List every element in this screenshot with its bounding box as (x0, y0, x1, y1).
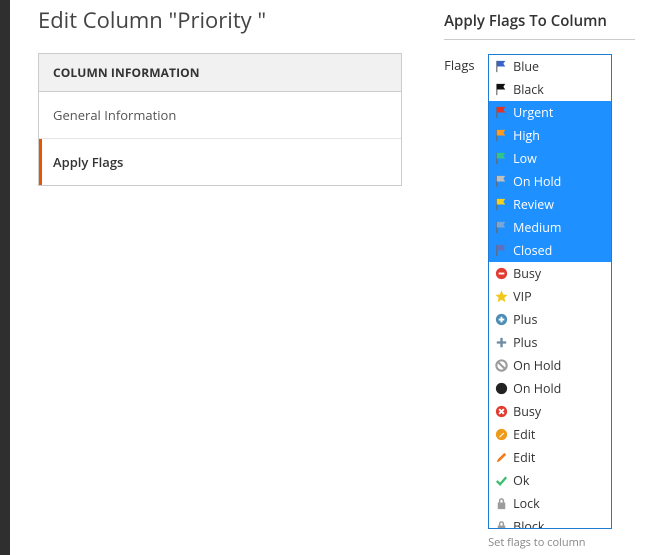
circle-icon (493, 381, 509, 397)
flag-option-label: Ok (513, 473, 529, 489)
flag-option-edit-16[interactable]: Edit (489, 423, 611, 446)
flag-icon (493, 220, 509, 236)
flag-option-label: Busy (513, 404, 541, 420)
flag-option-label: Medium (513, 220, 561, 236)
ban-icon (493, 358, 509, 374)
flag-option-lock-19[interactable]: Lock (489, 492, 611, 515)
flag-option-label: On Hold (513, 174, 561, 190)
page-title: Edit Column "Priority " (38, 5, 402, 35)
panel-header: COLUMN INFORMATION (39, 54, 401, 92)
check-icon (493, 473, 509, 489)
flag-icon (493, 151, 509, 167)
flag-option-black-1[interactable]: Black (489, 78, 611, 101)
flag-option-review-6[interactable]: Review (489, 193, 611, 216)
flag-icon (493, 105, 509, 121)
flag-icon (493, 128, 509, 144)
flag-option-low-4[interactable]: Low (489, 147, 611, 170)
flag-option-plus-12[interactable]: Plus (489, 331, 611, 354)
flag-option-label: Urgent (513, 105, 553, 121)
flag-option-blue-0[interactable]: Blue (489, 55, 611, 78)
flags-field-label: Flags (444, 54, 476, 74)
flag-option-label: On Hold (513, 358, 561, 374)
flag-option-on-hold-14[interactable]: On Hold (489, 377, 611, 400)
lock-icon (493, 519, 509, 530)
section-title: Apply Flags To Column (444, 11, 635, 40)
plus-icon (493, 335, 509, 351)
flag-option-label: Block (513, 519, 544, 530)
minus-circle-icon (493, 266, 509, 282)
flag-option-high-3[interactable]: High (489, 124, 611, 147)
flag-option-label: Plus (513, 312, 537, 328)
x-circle-icon (493, 404, 509, 420)
flag-option-label: Low (513, 151, 537, 167)
flag-option-label: Edit (513, 450, 535, 466)
flag-icon (493, 174, 509, 190)
flag-option-block-20[interactable]: Block (489, 515, 611, 529)
flag-option-urgent-2[interactable]: Urgent (489, 101, 611, 124)
pencil-circle-icon (493, 427, 509, 443)
lock-icon (493, 496, 509, 512)
flag-option-label: Black (513, 82, 544, 98)
flag-option-medium-7[interactable]: Medium (489, 216, 611, 239)
flag-option-ok-18[interactable]: Ok (489, 469, 611, 492)
flag-option-busy-9[interactable]: Busy (489, 262, 611, 285)
flag-icon (493, 197, 509, 213)
flag-option-on-hold-5[interactable]: On Hold (489, 170, 611, 193)
flag-icon (493, 59, 509, 75)
flag-option-label: High (513, 128, 540, 144)
column-info-panel: COLUMN INFORMATION General InformationAp… (38, 53, 402, 186)
sidebar-item-general-information[interactable]: General Information (39, 92, 401, 139)
flag-option-label: Lock (513, 496, 540, 512)
flag-option-label: Closed (513, 243, 552, 259)
flag-option-edit-17[interactable]: Edit (489, 446, 611, 469)
flag-option-busy-15[interactable]: Busy (489, 400, 611, 423)
flag-option-on-hold-13[interactable]: On Hold (489, 354, 611, 377)
flag-option-vip-10[interactable]: VIP (489, 285, 611, 308)
flag-option-closed-8[interactable]: Closed (489, 239, 611, 262)
flags-helper-text: Set flags to column (488, 535, 635, 550)
flag-option-label: VIP (513, 289, 531, 305)
flag-option-label: Busy (513, 266, 541, 282)
pencil-icon (493, 450, 509, 466)
plus-circle-icon (493, 312, 509, 328)
flag-icon (493, 243, 509, 259)
sidebar-item-apply-flags[interactable]: Apply Flags (39, 139, 401, 185)
app-left-rail (0, 0, 10, 555)
flag-option-label: Review (513, 197, 554, 213)
flag-option-label: Plus (513, 335, 537, 351)
flags-multiselect[interactable]: Blue Black Urgent High Low On Hold Review Mediu… (488, 54, 612, 529)
flag-option-label: Edit (513, 427, 535, 443)
flag-option-plus-11[interactable]: Plus (489, 308, 611, 331)
flag-option-label: Blue (513, 59, 539, 75)
star-icon (493, 289, 509, 305)
flag-icon (493, 82, 509, 98)
flag-option-label: On Hold (513, 381, 561, 397)
